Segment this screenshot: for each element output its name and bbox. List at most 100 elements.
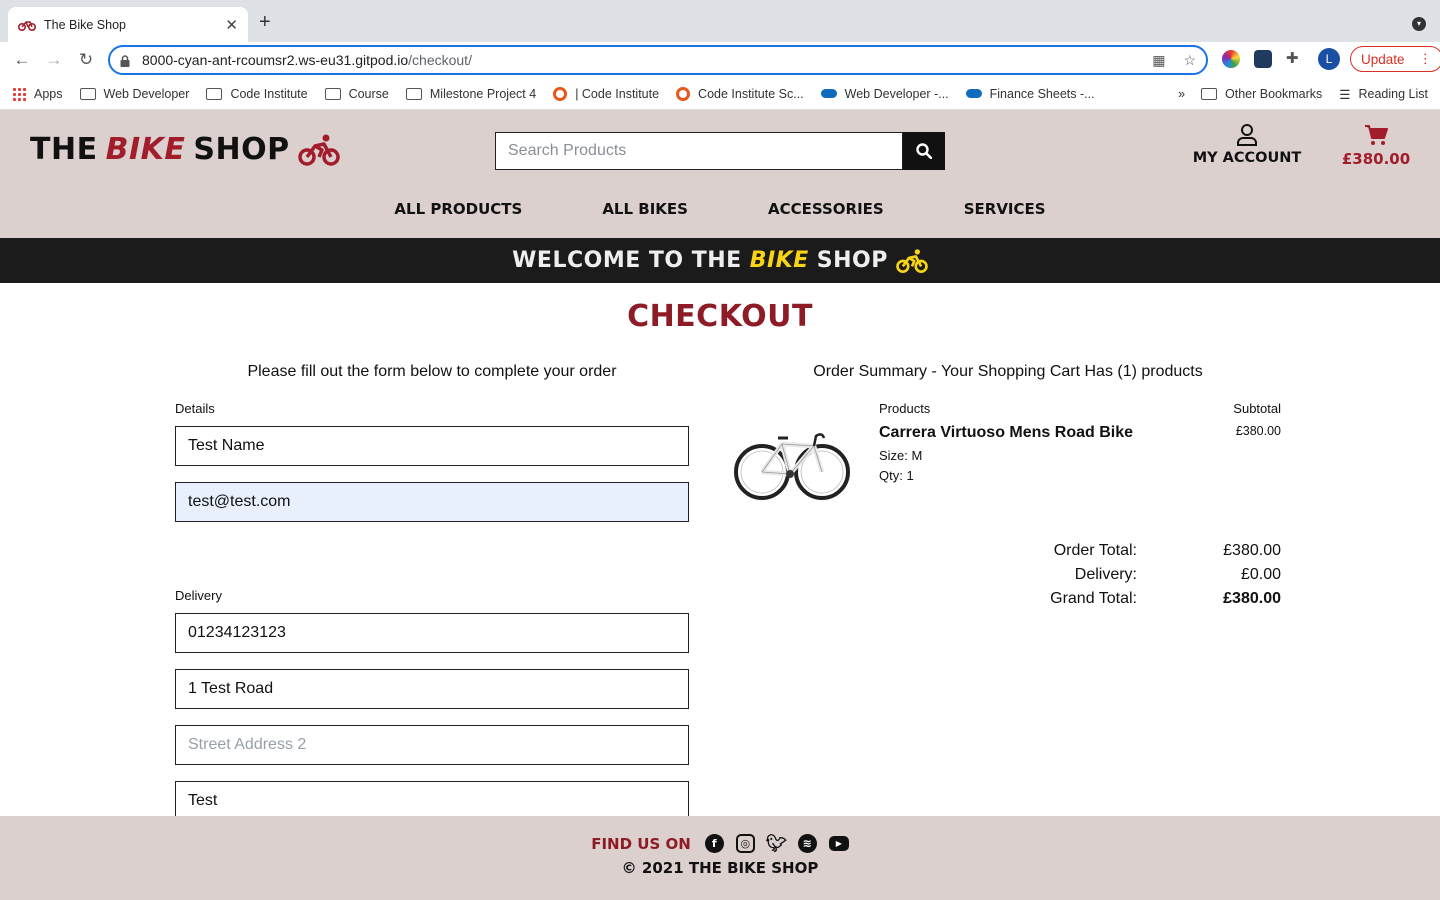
- folder-icon: [79, 87, 96, 100]
- order-total-label: Order Total:: [1053, 542, 1137, 559]
- subtotal-column-header: Subtotal: [1233, 401, 1281, 416]
- color-picker-extension-icon[interactable]: [1222, 50, 1240, 68]
- street-address-1-field[interactable]: [175, 669, 689, 709]
- twitter-icon[interactable]: 🐦︎: [765, 834, 787, 854]
- summary-intro: Order Summary - Your Shopping Cart Has (…: [813, 363, 1203, 380]
- tab-search-icon[interactable]: ▾: [1412, 17, 1426, 31]
- screenshot-extension-icon[interactable]: [1254, 50, 1272, 68]
- address-bar[interactable]: 8000-cyan-ant-rcoumsr2.ws-eu31.gitpod.io…: [108, 45, 1208, 75]
- spotify-icon[interactable]: ≋: [797, 834, 817, 853]
- qr-code-icon[interactable]: ▦: [1152, 52, 1165, 69]
- bookmark-finance-sheets[interactable]: Finance Sheets -...: [965, 86, 1095, 101]
- shopping-bag-link[interactable]: £380.00: [1338, 124, 1414, 168]
- form-intro: Please fill out the form below to comple…: [247, 363, 617, 380]
- bookmark-code-institute[interactable]: Code Institute: [206, 87, 308, 101]
- products-column-header: Products: [879, 401, 931, 416]
- search-bar: [495, 132, 945, 170]
- nav-all-products[interactable]: ALL PRODUCTS: [354, 200, 562, 218]
- bookmark-label: Milestone Project 4: [429, 86, 537, 101]
- bookmarks-bar: Apps Web Developer Code Institute Course…: [0, 78, 1440, 110]
- browser-tab[interactable]: The Bike Shop ✕: [8, 7, 248, 42]
- nav-accessories[interactable]: ACCESSORIES: [728, 200, 924, 218]
- town-field[interactable]: [175, 781, 689, 816]
- product-name[interactable]: Carrera Virtuoso Mens Road Bike: [879, 424, 1281, 442]
- reading-list-label: Reading List: [1358, 87, 1429, 101]
- bookmark-label: Code Institute Sc...: [698, 86, 804, 101]
- code-institute-icon: [553, 86, 568, 101]
- url-host: 8000-cyan-ant-rcoumsr2.ws-eu31.gitpod.io: [142, 52, 409, 68]
- reload-icon[interactable]: ↻: [72, 46, 100, 74]
- welcome-banner: WELCOME TO THE BIKE SHOP: [0, 238, 1440, 283]
- grand-total-value: £380.00: [1223, 590, 1281, 607]
- forward-arrow-icon[interactable]: →: [40, 46, 68, 74]
- other-bookmarks[interactable]: Other Bookmarks: [1201, 87, 1322, 101]
- bookmark-apps[interactable]: Apps: [12, 86, 63, 101]
- new-tab-icon[interactable]: +: [259, 11, 271, 34]
- back-arrow-icon[interactable]: ←: [8, 46, 36, 74]
- extensions-area: ✚ L Update ⋮: [1222, 46, 1440, 72]
- profile-avatar[interactable]: L: [1318, 48, 1340, 70]
- my-account-link[interactable]: MY ACCOUNT: [1192, 124, 1302, 166]
- full-name-field[interactable]: [175, 426, 689, 466]
- bookmarks-overflow-icon[interactable]: »: [1178, 87, 1185, 101]
- nav-services[interactable]: SERVICES: [924, 200, 1086, 218]
- tab-close-icon[interactable]: ✕: [225, 16, 238, 34]
- banner-text-bike: BIKE: [749, 248, 809, 273]
- bookmark-code-institute-link[interactable]: | Code Institute: [553, 86, 660, 101]
- delivery-legend: Delivery: [175, 588, 222, 603]
- logo-the: THE: [30, 132, 98, 167]
- reading-list-icon: ☰: [1339, 87, 1351, 102]
- checkout-form: Please fill out the form below to comple…: [175, 363, 689, 816]
- bookmark-code-institute-sc[interactable]: Code Institute Sc...: [676, 86, 804, 101]
- bookmark-label: Course: [348, 86, 389, 101]
- delivery-cost-value: £0.00: [1240, 566, 1281, 583]
- email-field[interactable]: [175, 482, 689, 522]
- item-info: Carrera Virtuoso Mens Road Bike Size: M …: [879, 424, 1281, 504]
- folder-icon: [405, 87, 422, 100]
- bookmark-web-developer-onedrive[interactable]: Web Developer -...: [820, 87, 949, 101]
- site-footer: FIND US ON f ◎ 🐦︎ ≋ ▶ © 2021 THE BIKE SH…: [0, 816, 1440, 900]
- bag-total: £380.00: [1341, 150, 1411, 168]
- summary-header: Products Subtotal: [730, 401, 1281, 416]
- bookmark-web-developer[interactable]: Web Developer: [79, 87, 189, 101]
- facebook-icon[interactable]: f: [704, 834, 724, 853]
- search-input[interactable]: [495, 132, 903, 170]
- my-account-label: MY ACCOUNT: [1192, 150, 1302, 166]
- item-subtotal: £380.00: [1235, 424, 1281, 438]
- bookmark-milestone-project-4[interactable]: Milestone Project 4: [405, 86, 537, 101]
- kebab-menu-icon: ⋮: [1418, 51, 1433, 66]
- shopping-cart-icon: [1365, 125, 1388, 145]
- other-bookmarks-label: Other Bookmarks: [1225, 87, 1323, 101]
- site-logo[interactable]: THE BIKE SHOP: [30, 132, 340, 167]
- instagram-icon[interactable]: ◎: [735, 834, 755, 853]
- product-qty: Qty: 1: [879, 468, 914, 483]
- update-button[interactable]: Update ⋮: [1350, 46, 1440, 72]
- order-total-value: £380.00: [1223, 542, 1281, 559]
- cyclist-icon: [297, 134, 340, 166]
- delivery-row: Delivery: £0.00: [730, 566, 1281, 584]
- folder-icon: [1201, 88, 1218, 100]
- folder-icon: [206, 87, 223, 100]
- bookmark-course[interactable]: Course: [324, 86, 389, 101]
- onedrive-icon: [965, 89, 982, 98]
- details-legend: Details: [175, 401, 215, 416]
- road-bike-product-image[interactable]: [730, 424, 850, 504]
- logo-shop: SHOP: [193, 132, 290, 167]
- nav-all-bikes[interactable]: ALL BIKES: [562, 200, 728, 218]
- order-total-row: Order Total: £380.00: [730, 542, 1281, 560]
- user-icon: [1237, 124, 1257, 146]
- update-label: Update: [1361, 51, 1405, 67]
- browser-toolbar: ← → ↻ 8000-cyan-ant-rcoumsr2.ws-eu31.git…: [0, 42, 1440, 78]
- reading-list[interactable]: ☰ Reading List: [1339, 87, 1428, 102]
- bookmark-label: | Code Institute: [575, 86, 660, 101]
- bookmark-star-icon[interactable]: ☆: [1183, 52, 1196, 69]
- search-button[interactable]: [903, 132, 945, 170]
- phone-number-field[interactable]: [175, 613, 689, 653]
- tab-title: The Bike Shop: [44, 17, 126, 32]
- puzzle-extensions-icon[interactable]: ✚: [1286, 50, 1304, 68]
- apps-grid-icon: [12, 86, 26, 101]
- bookmark-label: Finance Sheets -...: [989, 86, 1095, 101]
- street-address-2-field[interactable]: [175, 725, 689, 765]
- youtube-icon[interactable]: ▶: [828, 836, 849, 851]
- url-path: /checkout/: [408, 52, 472, 68]
